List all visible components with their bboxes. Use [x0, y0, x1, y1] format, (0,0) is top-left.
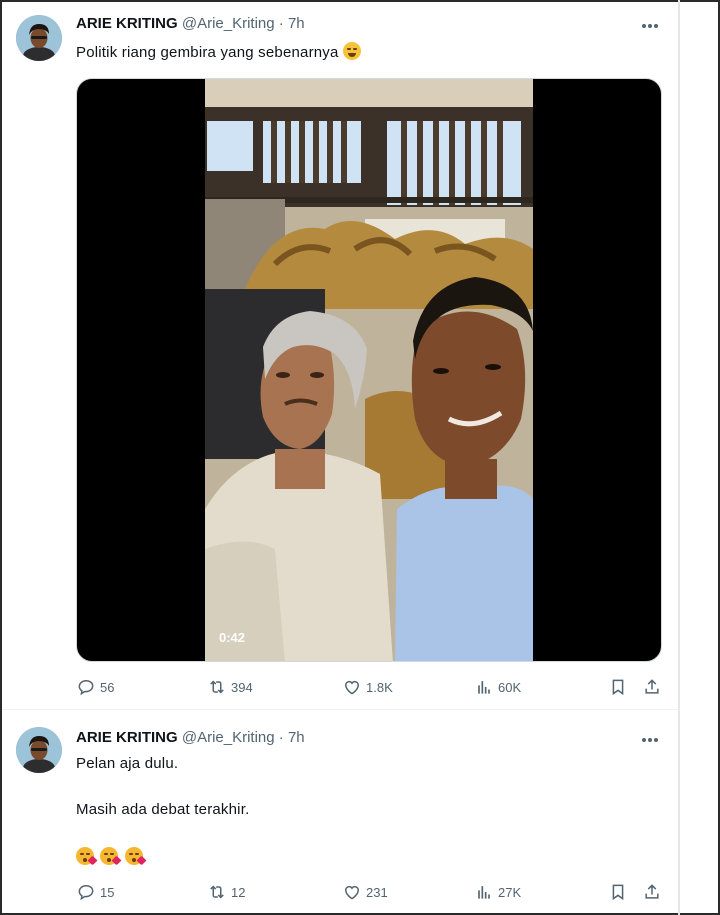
- tweet-emoji-line: [76, 847, 147, 866]
- more-icon[interactable]: [638, 16, 662, 36]
- avatar[interactable]: [16, 727, 62, 773]
- face-blowing-a-kiss-icon: [124, 847, 147, 866]
- repost-button[interactable]: 394: [207, 675, 253, 699]
- share-button[interactable]: [642, 880, 666, 904]
- face-blowing-a-kiss-icon: [100, 847, 122, 866]
- timestamp[interactable]: 7h: [288, 729, 305, 746]
- author-name[interactable]: ARIE KRITING: [76, 729, 178, 746]
- author-name[interactable]: ARIE KRITING: [76, 15, 178, 32]
- tweet-divider: [2, 709, 678, 710]
- timeline-border: [678, 0, 680, 915]
- heart-icon: [345, 680, 359, 695]
- heart-icon: [345, 885, 359, 900]
- separator-dot: ·: [278, 729, 284, 746]
- like-count: 1.8K: [366, 679, 393, 695]
- video-duration: 0:42: [219, 630, 246, 645]
- tweet-actions: 56 394 1.8K 60K: [76, 675, 666, 699]
- bookmark-button[interactable]: [608, 675, 632, 699]
- author-handle[interactable]: @Arie_Kriting: [182, 15, 275, 32]
- like-button[interactable]: 1.8K: [342, 675, 393, 699]
- bookmark-icon: [612, 679, 624, 696]
- tweet-text-line: Masih ada debat terakhir.: [76, 801, 250, 818]
- face-blowing-a-kiss-icon: [76, 847, 98, 866]
- repost-count: 394: [231, 679, 253, 695]
- like-button[interactable]: 231: [342, 880, 388, 904]
- tweet-header: ARIE KRITING @Arie_Kriting · 7h: [76, 729, 305, 746]
- avatar[interactable]: [16, 15, 62, 61]
- analytics-icon: [478, 886, 490, 899]
- video-player[interactable]: 0:42: [76, 78, 662, 662]
- video-frame[interactable]: 0:42: [205, 79, 533, 661]
- views-button[interactable]: 27K: [474, 880, 521, 904]
- author-handle[interactable]: @Arie_Kriting: [182, 729, 275, 746]
- tweet[interactable]: ARIE KRITING @Arie_Kriting · 7h Politik …: [2, 2, 678, 708]
- face-with-tears-of-joy-icon: [342, 42, 361, 60]
- tweet-text: Politik riang gembira yang sebenarnya: [76, 42, 363, 61]
- separator-dot: ·: [278, 15, 284, 32]
- like-count: 231: [366, 884, 388, 900]
- tweet-text-line: Pelan aja dulu.: [76, 755, 179, 772]
- reply-icon: [78, 884, 94, 901]
- share-button[interactable]: [642, 675, 666, 699]
- more-icon[interactable]: [638, 730, 662, 750]
- repost-button[interactable]: 12: [207, 880, 245, 904]
- repost-icon: [210, 885, 224, 899]
- share-icon: [645, 679, 659, 694]
- tweet-header: ARIE KRITING @Arie_Kriting · 7h: [76, 15, 305, 32]
- reply-count: 15: [100, 884, 115, 900]
- bookmark-button[interactable]: [608, 880, 632, 904]
- bookmark-icon: [612, 884, 624, 901]
- reply-count: 56: [100, 679, 115, 695]
- reply-button[interactable]: 15: [76, 880, 114, 904]
- tweet-text-content: Politik riang gembira yang sebenarnya: [76, 44, 339, 61]
- reply-icon: [78, 679, 94, 696]
- repost-icon: [210, 680, 224, 694]
- analytics-icon: [478, 681, 490, 694]
- repost-count: 12: [231, 884, 246, 900]
- views-button[interactable]: 60K: [474, 675, 521, 699]
- video-thumbnail: [205, 79, 533, 661]
- share-icon: [645, 884, 659, 899]
- timestamp[interactable]: 7h: [288, 15, 305, 32]
- view-count: 27K: [498, 884, 522, 900]
- tweet[interactable]: ARIE KRITING @Arie_Kriting · 7h Pelan aj…: [2, 712, 678, 913]
- view-count: 60K: [498, 679, 522, 695]
- reply-button[interactable]: 56: [76, 675, 114, 699]
- tweet-actions: 15 12 231 27K: [76, 880, 666, 904]
